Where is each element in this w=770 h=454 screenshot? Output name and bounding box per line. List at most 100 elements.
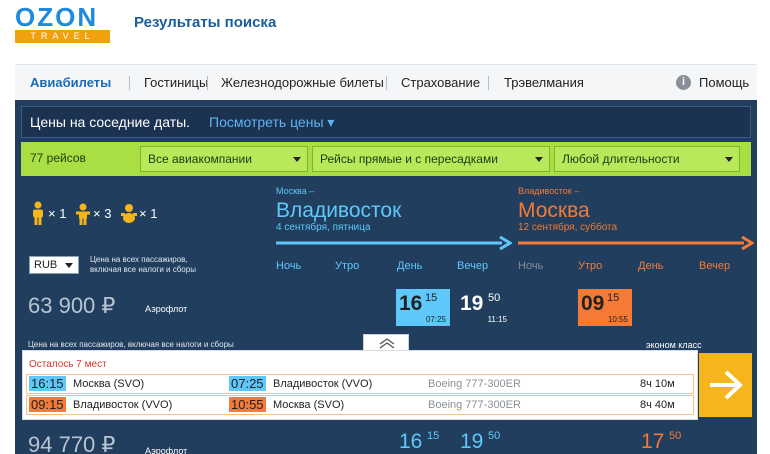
page-title: Результаты поиска: [134, 14, 277, 31]
tod-day-return[interactable]: День: [638, 260, 663, 272]
offer-price: 94 770 ₽: [28, 432, 116, 454]
flight-count: 77 рейсов: [30, 151, 86, 165]
nav-divider: [207, 76, 208, 90]
arrival-time: 10:55: [607, 315, 628, 324]
child-passenger-icon: [76, 203, 90, 225]
stops-filter-select[interactable]: Рейсы прямые и с пересадками: [312, 146, 550, 172]
departure-minute: 50: [488, 292, 501, 304]
departure-hour: 19: [460, 430, 484, 453]
card-price-note: Цена на всех пассажиров, включая все нал…: [28, 340, 234, 349]
main-nav: Авиабилеты Гостиницы Железнодорожные бил…: [15, 64, 757, 100]
nearby-dates-text: Цены на соседние даты.: [30, 114, 191, 130]
tod-night-outbound[interactable]: Ночь: [276, 260, 301, 272]
segment-arrival-time: 10:55: [229, 397, 266, 412]
segment-duration: 8ч 40м: [640, 399, 675, 411]
departure-hour: 09: [581, 292, 605, 315]
arrow-right-icon: [710, 370, 743, 400]
return-flight-option-selected[interactable]: 09 15 10:55: [578, 289, 632, 326]
outbound-city: Владивосток: [276, 199, 402, 222]
departure-minute: 15: [427, 430, 440, 442]
logo-text: OZON: [15, 2, 99, 32]
outbound-flight-option[interactable]: 19 50 11:15: [457, 289, 511, 326]
child-count: × 3: [93, 206, 112, 221]
segment-departure-time: 09:15: [29, 397, 66, 412]
tod-morning-outbound[interactable]: Утро: [335, 260, 359, 272]
cabin-class: эконом класс: [646, 340, 702, 350]
tod-evening-outbound[interactable]: Вечер: [457, 260, 488, 272]
select-offer-button[interactable]: [699, 353, 752, 417]
return-flight-option[interactable]: 17 50: [638, 430, 692, 454]
nav-divider: [129, 76, 130, 90]
help-link[interactable]: Помощь: [699, 75, 749, 90]
segment-departure-time: 16:15: [29, 376, 66, 391]
offer-price: 63 900 ₽: [28, 293, 116, 318]
adult-count: × 1: [48, 206, 67, 221]
outbound-flight-option[interactable]: 16 15: [396, 430, 450, 454]
tod-night-return[interactable]: Ночь: [518, 260, 543, 272]
chevron-down-icon: [535, 157, 543, 162]
departure-hour: 17: [641, 430, 665, 453]
duration-filter-select[interactable]: Любой длительности: [554, 146, 740, 172]
chevron-down-icon: [65, 263, 73, 268]
outbound-arrow-icon: [276, 236, 512, 250]
nav-item-flights[interactable]: Авиабилеты: [30, 75, 111, 90]
outbound-flight-option-selected[interactable]: 16 15 07:25: [396, 289, 450, 326]
infant-count: × 1: [139, 206, 158, 221]
nearby-dates-bar: Цены на соседние даты. Посмотреть цены ▾: [21, 106, 751, 138]
view-prices-link[interactable]: Посмотреть цены ▾: [209, 114, 334, 131]
infant-passenger-icon: [121, 204, 137, 223]
segment-aircraft: Boeing 777-300ER: [428, 399, 521, 411]
currency-value: RUB: [34, 259, 58, 271]
return-date: 12 сентября, суббота: [518, 222, 618, 233]
return-from: Владивосток –: [518, 186, 580, 196]
arrival-time: 11:15: [487, 315, 507, 324]
nav-item-trains[interactable]: Железнодорожные билеты: [221, 75, 384, 90]
segment-origin: Москва (SVO): [73, 378, 145, 390]
logo-subtext: TRAVEL: [15, 30, 110, 43]
segment-origin: Владивосток (VVO): [73, 399, 173, 411]
departure-minute: 50: [669, 430, 682, 442]
ozon-travel-logo[interactable]: OZON TRAVEL: [15, 2, 110, 43]
departure-hour: 19: [460, 292, 484, 315]
seats-left-label: Осталось 7 мест: [29, 359, 107, 370]
outbound-date: 4 сентября, пятница: [276, 222, 371, 233]
departure-minute: 50: [488, 430, 501, 442]
segment-arrival-time: 07:25: [229, 376, 266, 391]
stops-filter-value: Рейсы прямые и с пересадками: [320, 152, 498, 166]
airline-filter-select[interactable]: Все авиакомпании: [140, 146, 308, 172]
segment-destination: Владивосток (VVO): [273, 378, 373, 390]
tod-day-outbound[interactable]: День: [397, 260, 422, 272]
arrival-time: 07:25: [425, 315, 446, 324]
nav-item-hotels[interactable]: Гостиницы: [144, 75, 208, 90]
return-arrow-icon: [518, 236, 754, 250]
segment-destination: Москва (SVO): [273, 399, 345, 411]
tod-morning-return[interactable]: Утро: [578, 260, 602, 272]
chevron-up-icon: [379, 338, 395, 349]
departure-minute: 15: [425, 292, 438, 304]
nav-divider: [488, 76, 489, 90]
departure-hour: 16: [399, 292, 423, 315]
outbound-from: Москва –: [276, 186, 315, 196]
outbound-flight-option[interactable]: 19 50: [457, 430, 511, 454]
info-icon[interactable]: i: [676, 75, 691, 90]
airline-filter-value: Все авиакомпании: [148, 152, 252, 166]
flight-details-card: Осталось 7 мест 16:15 Москва (SVO) 07:25…: [22, 350, 698, 420]
segment-aircraft: Boeing 777-300ER: [428, 378, 521, 390]
tod-evening-return[interactable]: Вечер: [699, 260, 730, 272]
offer-airline: Аэрофлот: [145, 446, 188, 454]
price-note: Цена на всех пассажиров, включая все нал…: [90, 255, 196, 274]
duration-filter-value: Любой длительности: [562, 152, 680, 166]
currency-select[interactable]: RUB: [29, 256, 79, 274]
collapse-details-button[interactable]: [363, 334, 409, 351]
chevron-down-icon: [293, 157, 301, 162]
offer-airline: Аэрофлот: [145, 304, 188, 314]
nav-item-travelmania[interactable]: Трэвелмания: [504, 75, 584, 90]
segment-duration: 8ч 10м: [640, 378, 675, 390]
chevron-down-icon: [725, 157, 733, 162]
nav-divider: [386, 76, 387, 90]
nav-item-insurance[interactable]: Страхование: [401, 75, 480, 90]
departure-minute: 15: [607, 292, 620, 304]
filter-bar: 77 рейсов Все авиакомпании Рейсы прямые …: [21, 142, 751, 176]
adult-passenger-icon: [33, 201, 43, 225]
return-city: Москва: [518, 199, 590, 222]
